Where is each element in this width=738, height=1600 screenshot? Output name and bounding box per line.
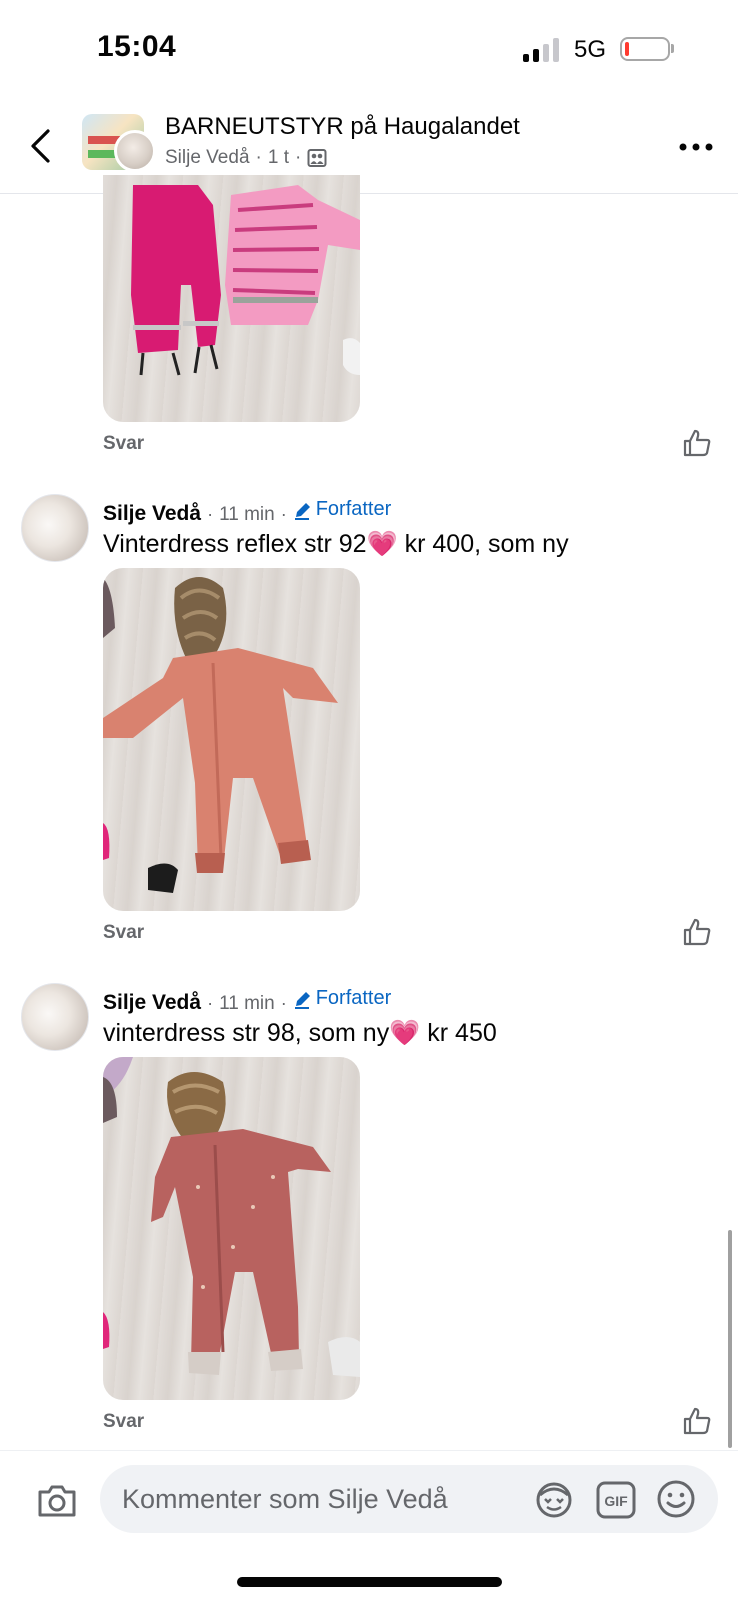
home-indicator[interactable] (237, 1577, 502, 1587)
winter-suit-photo-illustration (103, 1057, 360, 1377)
smiley-icon (657, 1480, 695, 1518)
author-badge-label: Forfatter (315, 498, 392, 520)
thumbs-up-icon[interactable] (682, 1406, 712, 1436)
battery-icon (620, 37, 670, 61)
gif-button[interactable]: GIF (596, 1481, 636, 1519)
back-button[interactable] (22, 126, 62, 166)
more-options-button[interactable] (678, 140, 714, 152)
poster-avatar[interactable] (114, 130, 156, 172)
meta-separator: · (255, 147, 262, 168)
emoji-button[interactable] (656, 1479, 696, 1519)
comment-header: Silje Vedå · 11 min · Forfatter (103, 987, 391, 1015)
post-age: 1 t (267, 147, 289, 168)
author-badge: Forfatter (293, 987, 392, 1010)
post-meta: Silje Vedå · 1 t · (165, 147, 327, 169)
camera-icon (38, 1485, 76, 1517)
comment-time[interactable]: 11 min (219, 993, 275, 1015)
reply-link[interactable]: Svar (103, 433, 144, 455)
reply-link[interactable]: Svar (103, 922, 144, 944)
more-horizontal-icon (679, 143, 713, 151)
comment-header: Silje Vedå · 11 min · Forfatter (103, 498, 391, 526)
meta-separator: · (207, 992, 214, 1013)
thumbs-up-icon[interactable] (682, 428, 712, 458)
reply-link[interactable]: Svar (103, 1411, 144, 1433)
rainwear-photo-illustration (131, 185, 360, 376)
avatar-sticker-icon (536, 1482, 572, 1518)
battery-tip (671, 44, 674, 53)
camera-button[interactable] (36, 1483, 78, 1519)
thumbs-up-icon[interactable] (682, 917, 712, 947)
signal-strength-icon (523, 38, 561, 62)
status-bar: 15:04 5G (0, 0, 738, 96)
comment-photo-winter-suit-98[interactable] (103, 1057, 360, 1400)
gif-icon: GIF (596, 1481, 636, 1519)
author-badge: Forfatter (293, 498, 392, 521)
pencil-icon (294, 502, 310, 520)
comment-input-placeholder: Kommenter som Silje Vedå (122, 1484, 448, 1514)
meta-separator: · (294, 147, 302, 168)
scrollbar[interactable] (728, 1230, 732, 1448)
comment-author-avatar[interactable] (21, 494, 89, 562)
status-time: 15:04 (97, 30, 177, 63)
gif-label: GIF (604, 1493, 628, 1509)
group-title[interactable]: BARNEUTSTYR på Haugalandet (165, 113, 520, 141)
pencil-icon (294, 991, 310, 1009)
meta-separator: · (207, 503, 214, 524)
meta-separator: · (280, 992, 287, 1013)
members-icon (307, 149, 327, 167)
meta-separator: · (280, 503, 287, 524)
comment-photo-winter-suit-92[interactable] (103, 568, 360, 911)
comment-text: Vinterdress reflex str 92💗 kr 400, som n… (103, 530, 569, 558)
comment-text: vinterdress str 98, som ny💗 kr 450 (103, 1019, 497, 1047)
comment-author-name[interactable]: Silje Vedå (103, 991, 201, 1015)
winter-suit-photo-illustration (103, 577, 338, 893)
comment-time[interactable]: 11 min (219, 504, 275, 526)
network-type: 5G (574, 36, 607, 63)
chevron-left-icon (31, 129, 50, 163)
author-badge-label: Forfatter (315, 987, 392, 1009)
comment-author-name[interactable]: Silje Vedå (103, 502, 201, 526)
comment-photo-rainwear[interactable] (103, 175, 360, 422)
avatar-sticker-button[interactable] (534, 1481, 574, 1519)
poster-name[interactable]: Silje Vedå (165, 147, 250, 169)
comment-author-avatar[interactable] (21, 983, 89, 1051)
